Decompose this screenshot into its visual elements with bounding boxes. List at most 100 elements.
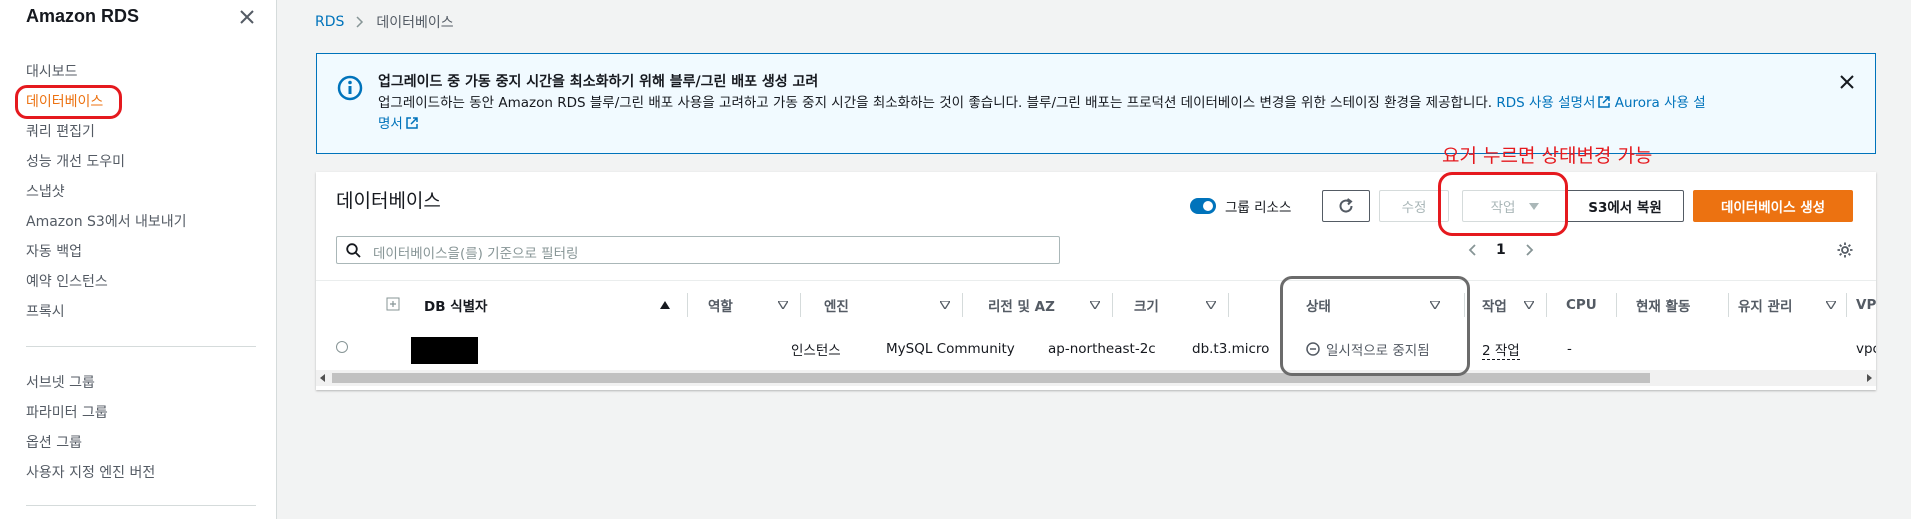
cell-size: db.t3.micro xyxy=(1192,341,1270,357)
sort-icon xyxy=(1206,301,1216,309)
column-role[interactable]: 역할 xyxy=(708,281,788,329)
chevron-right-icon xyxy=(356,16,364,28)
column-current-activity[interactable]: 현재 활동 xyxy=(1636,281,1716,329)
sidebar-item-snapshots[interactable]: 스냅샷 xyxy=(26,181,65,201)
column-size[interactable]: 크기 xyxy=(1134,281,1216,329)
table-header: DB 식별자 역할 엔진 리전 및 AZ 크기 상태 작업 CPU 현재 활동 … xyxy=(316,280,1876,330)
gear-icon[interactable] xyxy=(1836,241,1854,259)
search-icon xyxy=(346,243,361,258)
panel-title: 데이터베이스 xyxy=(336,190,441,212)
banner-body: 업그레이드하는 동안 Amazon RDS 블루/그린 배포 사용을 고려하고 … xyxy=(378,95,1493,111)
cell-engine: MySQL Community xyxy=(886,341,1015,357)
sidebar-title: Amazon RDS xyxy=(26,6,140,26)
row-select-radio[interactable] xyxy=(336,341,348,353)
sidebar-item-databases[interactable]: 데이터베이스 xyxy=(26,91,103,111)
rds-guide-link[interactable]: RDS 사용 설명서 xyxy=(1496,95,1611,111)
sort-icon xyxy=(1524,301,1534,309)
sidebar-item-reserved-instances[interactable]: 예약 인스턴스 xyxy=(26,271,108,291)
create-database-button[interactable]: 데이터베이스 생성 xyxy=(1693,190,1853,222)
refresh-icon xyxy=(1339,198,1353,213)
modify-button[interactable]: 수정 xyxy=(1379,190,1449,222)
page-number[interactable]: 1 xyxy=(1496,242,1506,258)
info-icon xyxy=(337,75,363,101)
column-divider xyxy=(1228,293,1229,317)
sidebar-item-automated-backups[interactable]: 자동 백업 xyxy=(26,241,82,261)
sidebar-item-parameter-groups[interactable]: 파라미터 그룹 xyxy=(26,402,108,422)
sidebar-divider xyxy=(26,505,256,506)
sidebar-item-dashboard[interactable]: 대시보드 xyxy=(26,61,78,81)
sort-icon xyxy=(1826,301,1836,309)
sort-icon xyxy=(778,301,788,309)
sidebar: Amazon RDS 대시보드 데이터베이스 쿼리 편집기 성능 개선 도우미 … xyxy=(0,0,277,519)
banner-text: 업그레이드하는 동안 Amazon RDS 블루/그린 배포 사용을 고려하고 … xyxy=(378,93,1838,135)
sidebar-item-subnet-groups[interactable]: 서브넷 그룹 xyxy=(26,372,95,392)
cell-vpc: vpc xyxy=(1856,341,1876,357)
redacted-db-identifier xyxy=(411,337,478,364)
actions-label: 작업 xyxy=(1490,200,1516,216)
column-divider xyxy=(1728,293,1729,317)
column-divider xyxy=(1546,293,1547,317)
chevron-right-icon[interactable] xyxy=(1522,243,1536,257)
cell-role: 인스턴스 xyxy=(791,343,841,359)
scroll-thumb[interactable] xyxy=(332,373,1650,383)
databases-panel: 데이터베이스 그룹 리소스 수정 작업 S3에서 복원 데이터베이스 생성 데이… xyxy=(316,172,1876,390)
close-icon[interactable] xyxy=(1837,72,1857,92)
stopped-status-icon xyxy=(1306,342,1320,356)
banner-title: 업그레이드 중 가동 중지 시간을 최소화하기 위해 블루/그린 배포 생성 고… xyxy=(378,74,819,90)
annotation-text: 요거 누르면 상태변경 가능 xyxy=(1442,145,1653,167)
breadcrumb: RDS 데이터베이스 xyxy=(315,12,454,32)
column-maintenance[interactable]: 유지 관리 xyxy=(1738,281,1836,329)
info-banner: 업그레이드 중 가동 중지 시간을 최소화하기 위해 블루/그린 배포 생성 고… xyxy=(316,53,1876,154)
search-input[interactable]: 데이터베이스을(를) 기준으로 필터링 xyxy=(336,236,1060,264)
sidebar-item-query-editor[interactable]: 쿼리 편집기 xyxy=(26,121,95,141)
column-actions[interactable]: 작업 xyxy=(1482,281,1534,329)
chevron-left-icon[interactable] xyxy=(1466,243,1480,257)
caret-down-icon xyxy=(1529,202,1540,210)
column-divider xyxy=(1846,293,1847,317)
toggle-label: 그룹 리소스 xyxy=(1225,200,1292,216)
column-region-az[interactable]: 리전 및 AZ xyxy=(988,281,1100,329)
sidebar-item-custom-engine-versions[interactable]: 사용자 지정 엔진 버전 xyxy=(26,462,155,482)
sidebar-divider xyxy=(26,346,256,347)
external-link-icon xyxy=(1598,96,1611,108)
column-status[interactable]: 상태 xyxy=(1306,281,1440,329)
actions-dropdown-button[interactable]: 작업 xyxy=(1462,190,1568,222)
column-divider xyxy=(687,293,688,317)
pending-actions-link[interactable]: 2 작업 xyxy=(1482,339,1520,360)
toggle-switch[interactable] xyxy=(1190,198,1216,214)
table-row[interactable]: 인스턴스 MySQL Community ap-northeast-2c db.… xyxy=(316,328,1876,371)
scroll-right-arrow[interactable] xyxy=(1867,374,1872,382)
sidebar-item-performance-insights[interactable]: 성능 개선 도우미 xyxy=(26,151,125,171)
toggle-knob xyxy=(1203,201,1213,211)
sidebar-item-option-groups[interactable]: 옵션 그룹 xyxy=(26,432,82,452)
sort-icon xyxy=(940,301,950,309)
column-vpc[interactable]: VPC xyxy=(1856,281,1876,329)
cell-status: 일시적으로 중지됨 xyxy=(1306,328,1430,370)
close-icon[interactable] xyxy=(236,6,258,28)
column-engine[interactable]: 엔진 xyxy=(824,281,950,329)
refresh-button[interactable] xyxy=(1322,190,1370,222)
group-resources-toggle[interactable]: 그룹 리소스 xyxy=(1190,196,1291,216)
column-divider xyxy=(1464,293,1465,317)
column-db-identifier[interactable]: DB 식별자 xyxy=(424,281,670,329)
column-divider xyxy=(1616,293,1617,317)
pagination: 1 xyxy=(1466,242,1536,258)
scroll-left-arrow[interactable] xyxy=(320,374,325,382)
column-divider xyxy=(1112,293,1113,317)
breadcrumb-rds[interactable]: RDS xyxy=(315,14,344,30)
sidebar-item-proxies[interactable]: 프록시 xyxy=(26,301,65,321)
cell-actions: 2 작업 xyxy=(1482,328,1520,370)
horizontal-scrollbar[interactable] xyxy=(316,370,1876,386)
column-cpu[interactable]: CPU xyxy=(1566,281,1606,329)
column-divider xyxy=(962,293,963,317)
restore-from-s3-button[interactable]: S3에서 복원 xyxy=(1566,190,1684,222)
cell-cpu: - xyxy=(1567,341,1572,357)
sort-asc-icon xyxy=(660,301,670,309)
breadcrumb-current: 데이터베이스 xyxy=(376,15,454,31)
sidebar-item-exports-s3[interactable]: Amazon S3에서 내보내기 xyxy=(26,211,187,231)
sort-icon xyxy=(1430,301,1440,309)
expand-all-icon[interactable] xyxy=(386,297,400,311)
search-placeholder: 데이터베이스을(를) 기준으로 필터링 xyxy=(373,246,579,262)
cell-region: ap-northeast-2c xyxy=(1048,341,1156,357)
status-text: 일시적으로 중지됨 xyxy=(1326,343,1430,359)
